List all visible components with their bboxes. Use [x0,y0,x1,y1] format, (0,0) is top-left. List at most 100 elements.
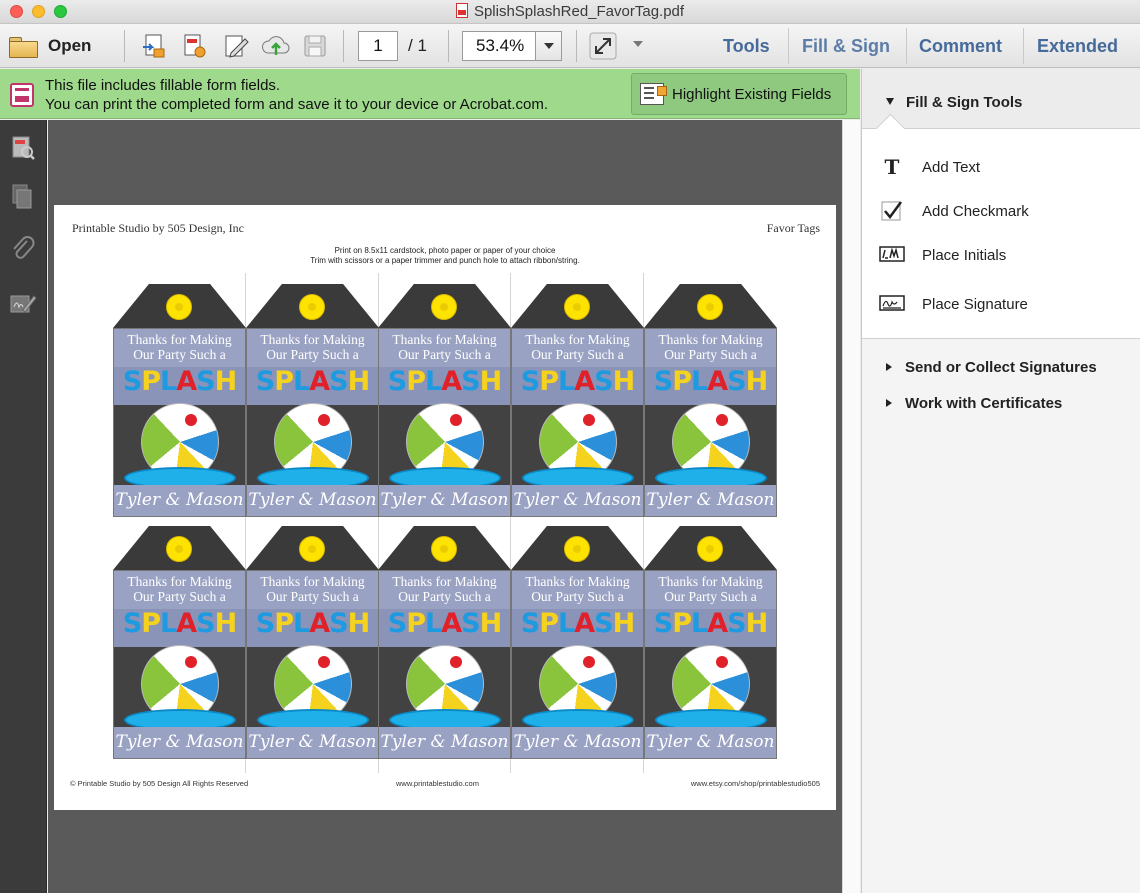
add-text-tool[interactable]: T Add Text [862,149,1140,185]
zoom-select[interactable]: 53.4% [462,31,562,61]
send-or-collect-signatures-section[interactable]: Send or Collect Signatures [862,354,1140,380]
tab-comment[interactable]: Comment [919,36,1002,57]
add-checkmark-tool[interactable]: Add Checkmark [862,193,1140,229]
zoom-value: 53.4% [476,36,525,55]
vertical-scrollbar[interactable] [842,120,860,893]
splash-letter: H [745,608,769,639]
place-initials-tool[interactable]: Place Initials [862,237,1140,273]
splash-letter: A [574,366,595,397]
splash-letter: L [691,608,708,639]
tag-splash-title: SPLASH [114,608,245,640]
chevron-down-icon[interactable] [535,32,561,60]
page-total: / 1 [408,36,427,55]
tag-thanks-line1: Thanks for Making [392,332,497,347]
splash-letter: L [691,366,708,397]
splash-letter: S [255,608,275,639]
tag-punch-hole [697,294,723,320]
toolbar-separator [576,30,577,62]
section-title: Fill & Sign Tools [906,94,1023,111]
window-title-wrap: SplishSplashRed_FavorTag.pdf [0,3,1140,20]
tag-punch-hole [564,294,590,320]
splash-letter: A [309,366,330,397]
footer-copyright: © Printable Studio by 505 Design All Rig… [70,779,249,788]
splash-letter: S [653,366,673,397]
tag-thanks-line2: Our Party Such a [664,589,757,604]
tab-tools[interactable]: Tools [723,36,770,57]
splash-letter: H [214,608,238,639]
splash-letter: P [274,608,294,639]
full-screen-button[interactable] [589,32,617,60]
navigation-rail [0,120,47,893]
tag-body: Thanks for Making Our Party Such a SPLASH T… [378,328,511,517]
splash-letter: P [539,366,559,397]
disclosure-down-icon [886,98,894,105]
favor-tag: Thanks for Making Our Party Such a SPLASH T… [246,284,379,517]
splash-letter: H [347,366,371,397]
splash-letter: S [727,608,746,639]
page-number-input[interactable]: 1 [358,31,398,61]
splash-letter: H [612,608,636,639]
splash-letter: P [141,608,161,639]
footer-website: www.printablestudio.com [396,779,479,788]
splash-letter: A [176,608,197,639]
favor-tag: Thanks for Making Our Party Such a SPLASH T… [246,526,379,759]
page-header-left: Printable Studio by 505 Design, Inc [72,221,244,235]
print-instruction: Print on 8.5x11 cardstock, photo paper o… [334,246,556,255]
page-header-right: Favor Tags [766,221,820,235]
text-T-icon: T [884,155,900,179]
upload-cloud-button[interactable] [262,32,290,60]
export-pdf-button[interactable] [180,32,208,60]
tag-punch-hole [431,294,457,320]
splash-letter: P [406,608,426,639]
tag-body: Thanks for Making Our Party Such a SPLASH T… [246,328,379,517]
tag-thanks-line2: Our Party Such a [531,589,624,604]
tag-splash-title: SPLASH [512,366,643,398]
page-search-icon [12,136,35,160]
tab-fill-and-sign[interactable]: Fill & Sign [802,36,890,57]
trim-instruction: Trim with scissors or a paper trimmer an… [310,256,580,265]
favor-tag: Thanks for Making Our Party Such a SPLASH T… [644,284,777,517]
toolbar-more-chevron-icon[interactable] [633,41,643,47]
form-document-icon [10,83,34,107]
tag-body: Thanks for Making Our Party Such a SPLASH T… [644,570,777,759]
splash-letter: L [558,608,575,639]
create-pdf-button[interactable] [140,32,168,60]
place-signature-tool[interactable]: Place Signature [862,286,1140,322]
attachments-button[interactable] [9,235,37,263]
splash-letter: S [594,366,613,397]
favor-tag: Thanks for Making Our Party Such a SPLASH T… [511,284,644,517]
tag-thanks-line2: Our Party Such a [133,589,226,604]
splash-letter: A [574,608,595,639]
tag-thanks-line2: Our Party Such a [398,347,491,362]
splash-letter: P [539,608,559,639]
work-with-certificates-section[interactable]: Work with Certificates [862,390,1140,416]
page-thumbnails-button[interactable] [9,134,37,162]
splash-letter: A [309,608,330,639]
toolbar-separator [124,30,125,62]
tab-extended[interactable]: Extended [1037,36,1118,57]
edit-pdf-button[interactable] [222,32,250,60]
tool-label: Place Initials [922,246,1007,264]
tag-name: Tyler & Mason [114,727,245,758]
save-button[interactable] [301,32,329,60]
tag-thanks-line1: Thanks for Making [260,332,365,347]
tag-name: Tyler & Mason [379,485,510,516]
tag-splash-title: SPLASH [379,366,510,398]
tool-label: Add Text [922,158,981,176]
open-button[interactable]: Open [8,32,91,60]
splash-letter: S [387,366,407,397]
tag-punch-hole [431,536,457,562]
tag-splash-title: SPLASH [645,366,776,398]
splash-letter: S [122,608,142,639]
tab-divider [906,28,907,64]
fill-sign-tools-header[interactable]: Fill & Sign Tools [862,69,1140,129]
section-label: Work with Certificates [905,394,1063,412]
checkmark-icon [862,199,922,223]
pages-panel-button[interactable] [9,183,37,211]
splash-letter: A [707,366,728,397]
tag-body: Thanks for Making Our Party Such a SPLASH T… [113,570,246,759]
signatures-panel-button[interactable] [9,290,37,318]
tag-thanks-line1: Thanks for Making [525,332,630,347]
highlight-existing-fields-button[interactable]: Highlight Existing Fields [631,73,847,115]
splash-letter: P [672,608,692,639]
